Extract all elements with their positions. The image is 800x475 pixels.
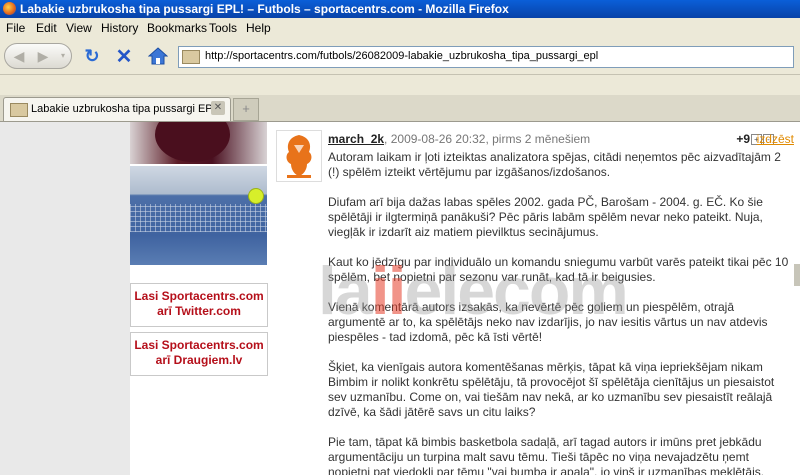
reload-icon[interactable]: ↻ xyxy=(82,46,102,66)
comment-header: march_2k, 2009-08-26 20:32, pirms 2 mēne… xyxy=(328,132,794,146)
tab-favicon-icon xyxy=(10,103,28,117)
comment-author[interactable]: march_2k xyxy=(328,132,384,146)
twitter-promo-link[interactable]: Lasi Sportacentrs.com arī Twitter.com xyxy=(130,283,268,327)
menu-help[interactable]: Help xyxy=(246,21,271,35)
menu-bar: File Edit View History Bookmarks Tools H… xyxy=(0,18,800,39)
menu-file[interactable]: File xyxy=(6,21,25,35)
address-bar[interactable]: http://sportacentrs.com/futbols/26082009… xyxy=(178,46,794,68)
menu-edit[interactable]: Edit xyxy=(36,21,57,35)
comment-meta: , 2009-08-26 20:32, pirms 2 mēnešiem xyxy=(384,132,591,146)
twitter-promo-line1: Lasi Sportacentrs.com xyxy=(134,289,264,303)
watermark-logo: laiielecom xyxy=(318,252,629,330)
tab-label: Labakie uzbrukosha tipa pussargi EP... xyxy=(31,103,221,115)
home-icon[interactable] xyxy=(147,46,169,66)
stop-icon[interactable]: ✕ xyxy=(114,46,134,68)
menu-history[interactable]: History xyxy=(101,21,138,35)
tennis-banner-ad[interactable] xyxy=(130,166,267,265)
comment-paragraph: Autoram laikam ir ļoti izteiktas analiza… xyxy=(328,150,781,179)
menu-tools[interactable]: Tools xyxy=(209,21,237,35)
window-title: Labakie uzbrukosha tipa pussargi EPL! – … xyxy=(20,2,509,16)
new-tab-button[interactable]: + xyxy=(233,98,259,121)
watermark-accent: ii xyxy=(370,253,407,329)
tennis-ball-graphic xyxy=(248,188,264,204)
comment-score: +9 xyxy=(736,132,750,146)
left-margin xyxy=(0,122,130,475)
back-forward-group: ◀ ▶ ▾ xyxy=(4,43,72,69)
watermark-pre: la xyxy=(318,253,373,329)
draugiem-promo-link[interactable]: Lasi Sportacentrs.com arī Draugiem.lv xyxy=(130,332,268,376)
tab-close-icon[interactable]: ✕ xyxy=(211,101,225,115)
draugiem-promo-line2: arī Draugiem.lv xyxy=(155,353,243,367)
tab-strip: Labakie uzbrukosha tipa pussargi EP... ✕… xyxy=(0,95,800,122)
bookmarks-toolbar xyxy=(0,75,800,95)
forward-button[interactable]: ▶ xyxy=(35,48,51,64)
comment-paragraph: Šķiet, ka vienīgais autora komentēšanas … xyxy=(328,360,775,419)
watermark-post: elecom xyxy=(404,253,629,329)
avatar[interactable] xyxy=(276,130,322,182)
history-dropdown-icon[interactable]: ▾ xyxy=(55,48,71,64)
delete-link[interactable]: izdzēst xyxy=(757,132,794,146)
menu-view[interactable]: View xyxy=(66,21,92,35)
banner-ad-top[interactable] xyxy=(130,122,267,164)
back-button[interactable]: ◀ xyxy=(11,48,27,64)
comment-paragraph: Diufam arī bija dažas labas spēles 2002.… xyxy=(328,195,763,239)
scrollbar[interactable] xyxy=(794,264,800,286)
navigation-toolbar: ◀ ▶ ▾ ↻ ✕ http://sportacentrs.com/futbol… xyxy=(0,38,800,75)
tennis-net-graphic xyxy=(130,204,267,232)
window-title-bar: Labakie uzbrukosha tipa pussargi EPL! – … xyxy=(0,0,800,18)
ball-graphic xyxy=(155,122,230,162)
twitter-promo-line2: arī Twitter.com xyxy=(157,304,241,318)
comment-paragraph: Pie tam, tāpat kā bimbis basketbola sada… xyxy=(328,435,765,475)
url-text[interactable]: http://sportacentrs.com/futbols/26082009… xyxy=(205,50,598,62)
page-content: Lasi Sportacentrs.com arī Twitter.com La… xyxy=(0,122,800,475)
tab-active[interactable]: Labakie uzbrukosha tipa pussargi EP... ✕ xyxy=(3,97,231,121)
site-favicon-icon xyxy=(182,50,200,64)
sidebar: Lasi Sportacentrs.com arī Twitter.com La… xyxy=(130,122,268,475)
menu-bookmarks[interactable]: Bookmarks xyxy=(147,21,207,35)
firefox-icon xyxy=(3,2,16,15)
draugiem-promo-line1: Lasi Sportacentrs.com xyxy=(134,338,264,352)
